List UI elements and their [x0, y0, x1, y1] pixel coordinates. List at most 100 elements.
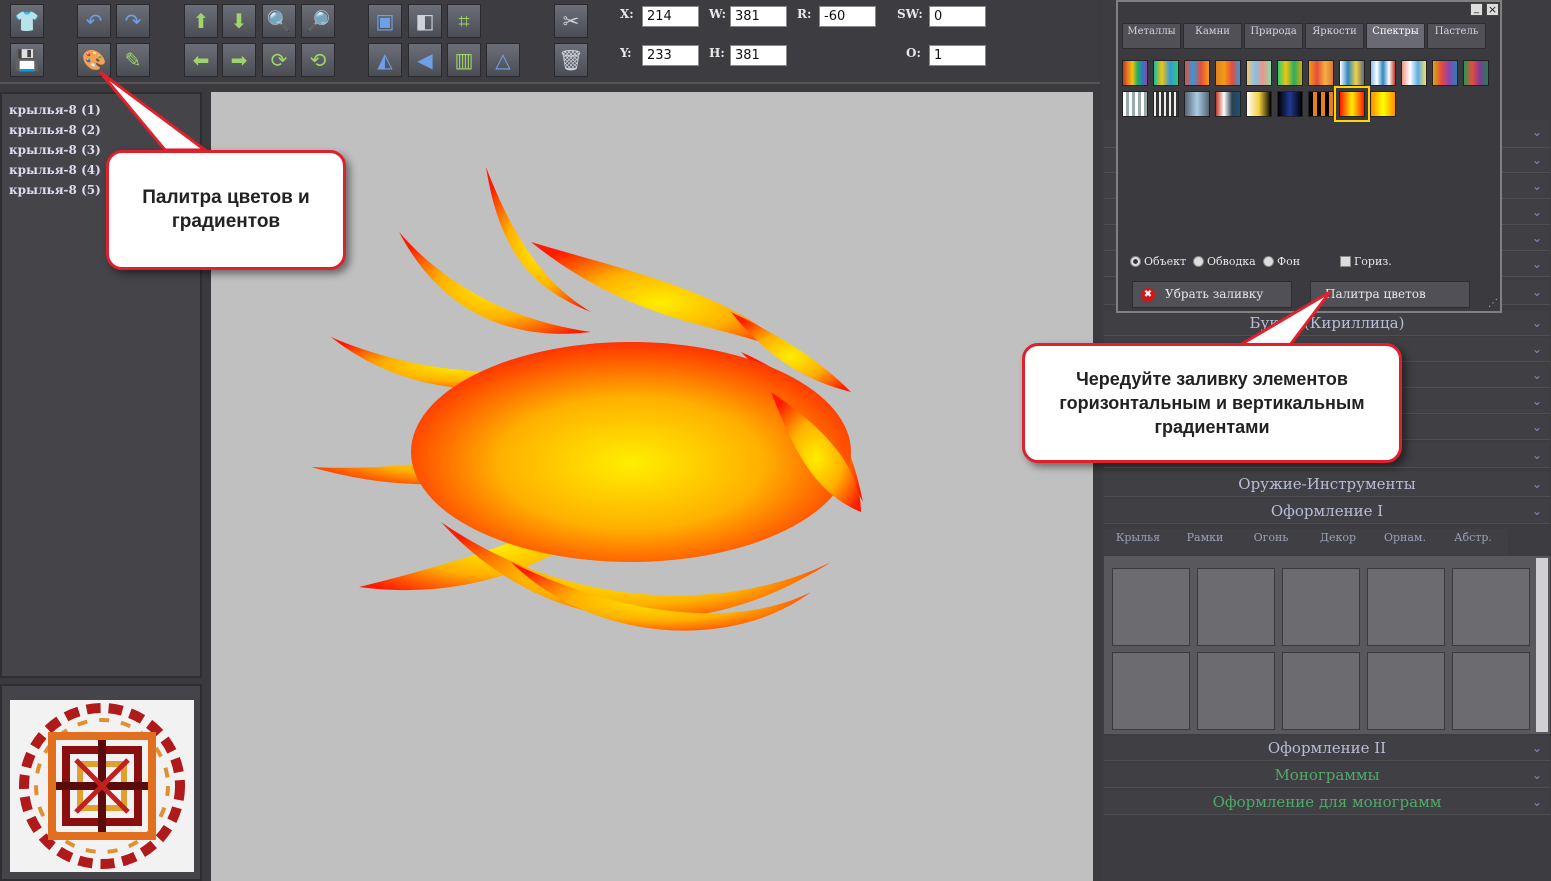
gallery-scrollbar[interactable]: [1536, 558, 1548, 732]
minimize-button[interactable]: _: [1470, 3, 1483, 16]
edit-icon[interactable]: ✎: [116, 43, 150, 77]
tab-metals[interactable]: Металлы: [1122, 23, 1181, 49]
tshirt-icon[interactable]: 👕: [10, 4, 44, 38]
layer-item[interactable]: крылья-8 (2): [2, 120, 200, 140]
wing-thumbnail[interactable]: [1112, 652, 1190, 730]
ornament-preview: [10, 700, 194, 872]
gradient-swatch[interactable]: [1277, 60, 1303, 86]
gradient-swatch[interactable]: [1432, 60, 1458, 86]
close-button[interactable]: ×: [1486, 3, 1499, 16]
gradient-swatch[interactable]: [1184, 91, 1210, 117]
send-back-icon[interactable]: ◧: [408, 4, 442, 38]
trash-icon[interactable]: 🗑: [554, 43, 588, 77]
wing-thumbnail[interactable]: [1452, 652, 1530, 730]
gradient-swatch[interactable]: [1246, 91, 1272, 117]
tab-decor[interactable]: Декор: [1304, 529, 1372, 554]
zoom-in-icon[interactable]: 🔍: [262, 4, 296, 38]
accordion-letters-cyrillic[interactable]: Буквы (Кириллица) ⌄: [1104, 311, 1550, 336]
gradient-swatch[interactable]: [1215, 60, 1241, 86]
radio-object[interactable]: Объект: [1130, 255, 1186, 268]
move-up-icon[interactable]: ⬆: [184, 4, 218, 38]
wing-thumbnail[interactable]: [1197, 652, 1275, 730]
w-input[interactable]: [730, 6, 787, 27]
gradient-swatch[interactable]: [1308, 91, 1334, 117]
wing-thumbnail[interactable]: [1367, 568, 1445, 646]
gradient-swatch[interactable]: [1334, 86, 1370, 122]
crop-icon[interactable]: ⌗: [447, 4, 481, 38]
wing-thumbnail[interactable]: [1367, 652, 1445, 730]
gradient-swatch[interactable]: [1339, 60, 1365, 86]
gradient-swatch[interactable]: [1463, 60, 1489, 86]
accordion-monograms[interactable]: Монограммы ⌄: [1104, 763, 1550, 788]
o-input[interactable]: [929, 45, 986, 66]
checkbox-horizontal[interactable]: Гориз.: [1340, 255, 1392, 268]
zoom-out-icon[interactable]: 🔎: [301, 4, 335, 38]
gradient-swatch[interactable]: [1153, 91, 1179, 117]
gradient-swatch[interactable]: [1246, 60, 1272, 86]
h-input[interactable]: [730, 45, 787, 66]
move-right-icon[interactable]: ➡: [222, 43, 256, 77]
tab-fire[interactable]: Огонь: [1238, 529, 1304, 554]
triangle-icon[interactable]: △: [486, 43, 520, 77]
flip-h-icon[interactable]: ◭: [368, 43, 402, 77]
gradient-swatch[interactable]: [1215, 91, 1241, 117]
chevron-down-icon: ⌄: [1531, 125, 1542, 139]
gradient-swatch[interactable]: [1308, 60, 1334, 86]
rotate-ccw-icon[interactable]: ⟲: [301, 43, 335, 77]
layer-item[interactable]: крылья-8 (1): [2, 100, 200, 120]
checkbox-icon: [1340, 256, 1351, 267]
wing-thumbnail[interactable]: [1197, 568, 1275, 646]
gradient-swatch[interactable]: [1370, 91, 1396, 117]
y-input[interactable]: [642, 45, 699, 66]
tab-spectra[interactable]: Спектры: [1366, 23, 1425, 49]
tab-abstract[interactable]: Абстр.: [1438, 529, 1508, 554]
move-left-icon[interactable]: ⬅: [184, 43, 218, 77]
chevron-down-icon: ⌄: [1531, 342, 1542, 356]
gradient-swatch[interactable]: [1122, 91, 1148, 117]
sw-input[interactable]: [929, 6, 986, 27]
accordion-design-1[interactable]: Оформление I ⌄: [1104, 499, 1550, 524]
gradient-swatch[interactable]: [1122, 60, 1148, 86]
chevron-down-icon: ⌄: [1531, 316, 1542, 330]
gradient-swatch[interactable]: [1153, 60, 1179, 86]
save-icon[interactable]: 💾: [10, 43, 44, 77]
r-input[interactable]: [819, 6, 876, 27]
accordion-design-2[interactable]: Оформление II ⌄: [1104, 736, 1550, 761]
resize-grip-icon[interactable]: ⋰: [1488, 298, 1498, 309]
tab-nature[interactable]: Природа: [1244, 23, 1303, 49]
tab-pastel[interactable]: Пастель: [1427, 23, 1486, 49]
wing-thumbnail[interactable]: [1112, 568, 1190, 646]
tools-icon[interactable]: ✂: [554, 4, 588, 38]
tab-frames[interactable]: Рамки: [1172, 529, 1238, 554]
undo-icon[interactable]: ↶: [77, 4, 111, 38]
wing-thumbnail[interactable]: [1452, 568, 1530, 646]
radio-stroke[interactable]: Обводка: [1193, 255, 1256, 268]
mirror-icon[interactable]: ▥: [447, 43, 481, 77]
move-down-icon[interactable]: ⬇: [222, 4, 256, 38]
remove-fill-button[interactable]: ✖ Убрать заливку: [1132, 281, 1292, 308]
chevron-down-icon: ⌄: [1531, 795, 1542, 809]
redo-icon[interactable]: ↷: [116, 4, 150, 38]
radio-background[interactable]: Фон: [1263, 255, 1300, 268]
chevron-down-icon: ⌄: [1531, 448, 1542, 462]
color-palette-button[interactable]: Палитра цветов: [1310, 281, 1470, 308]
tab-brightness[interactable]: Яркости: [1305, 23, 1364, 49]
tab-ornament[interactable]: Орнам.: [1372, 529, 1438, 554]
tab-wings[interactable]: Крылья: [1104, 529, 1172, 554]
callout-alternate-gradient: Чередуйте заливку элементов горизонтальн…: [1022, 343, 1402, 463]
accordion-weapons-tools[interactable]: Оружие-Инструменты ⌄: [1104, 472, 1550, 497]
radio-icon: [1193, 256, 1204, 267]
gradient-swatch[interactable]: [1184, 60, 1210, 86]
palette-icon[interactable]: 🎨: [77, 43, 111, 77]
gradient-swatch[interactable]: [1401, 60, 1427, 86]
flip-v-icon[interactable]: ◀: [408, 43, 442, 77]
gradient-swatch[interactable]: [1370, 60, 1396, 86]
x-input[interactable]: [642, 6, 699, 27]
wing-thumbnail[interactable]: [1282, 568, 1360, 646]
rotate-cw-icon[interactable]: ⟳: [262, 43, 296, 77]
gradient-swatch[interactable]: [1277, 91, 1303, 117]
tab-stones[interactable]: Камни: [1183, 23, 1242, 49]
wing-thumbnail[interactable]: [1282, 652, 1360, 730]
bring-front-icon[interactable]: ▣: [368, 4, 402, 38]
accordion-monogram-design[interactable]: Оформление для монограмм ⌄: [1104, 790, 1550, 815]
